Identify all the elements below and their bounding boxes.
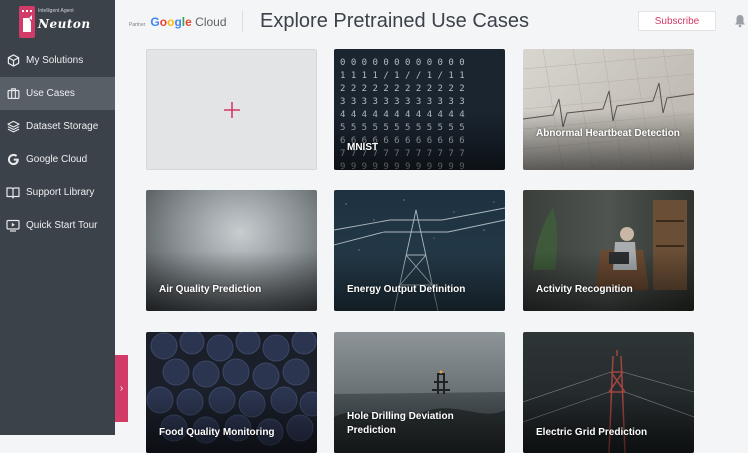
svg-text:3 3 3 3 3 3 3 3 3 3 3 3: 3 3 3 3 3 3 3 3 3 3 3 3 bbox=[340, 97, 465, 107]
card-label: Food Quality Monitoring bbox=[159, 427, 275, 438]
svg-text:0 0 0 0 0 0 0 0 0 0 0 0: 0 0 0 0 0 0 0 0 0 0 0 0 bbox=[340, 58, 465, 68]
book-icon bbox=[6, 186, 20, 200]
sidebar-item-support-library[interactable]: Support Library bbox=[0, 176, 115, 209]
layers-icon bbox=[6, 120, 20, 134]
bell-icon[interactable] bbox=[734, 14, 746, 28]
card-shade bbox=[146, 393, 317, 453]
plus-icon bbox=[223, 101, 240, 118]
google-icon bbox=[6, 153, 20, 167]
card-shade bbox=[146, 251, 317, 311]
subscribe-button[interactable]: Subscribe bbox=[638, 11, 716, 31]
sidebar-item-dataset-storage[interactable]: Dataset Storage bbox=[0, 110, 115, 143]
google-cloud-logo[interactable]: Google Cloud bbox=[150, 15, 226, 29]
card-label: Electric Grid Prediction bbox=[536, 427, 648, 438]
card-label: Activity Recognition bbox=[536, 284, 633, 295]
card-shade bbox=[334, 251, 505, 311]
card-label: Energy Output Definition bbox=[347, 284, 466, 295]
card-shade bbox=[523, 393, 694, 453]
svg-text:2 2 2 2 2 2 2 2 2 2 2 2: 2 2 2 2 2 2 2 2 2 2 2 2 bbox=[340, 84, 465, 94]
page-title: Explore Pretrained Use Cases bbox=[260, 10, 530, 32]
sidebar: Intelligent Agent Neuton My Solutions Us… bbox=[0, 0, 115, 435]
use-case-card-abnormal-heartbeat[interactable]: Abnormal Heartbeat Detection bbox=[523, 49, 694, 170]
sidebar-item-my-solutions[interactable]: My Solutions bbox=[0, 44, 115, 77]
svg-text:1 1 1 1 / 1 / / 1 / 1 1: 1 1 1 1 / 1 / / 1 / 1 1 bbox=[340, 71, 465, 81]
chevron-right-icon: › bbox=[119, 383, 124, 394]
sidebar-expand-button[interactable]: › bbox=[115, 355, 128, 422]
card-label: Air Quality Prediction bbox=[159, 284, 262, 295]
logo-mark-icon bbox=[19, 6, 35, 38]
card-shade bbox=[523, 251, 694, 311]
sidebar-item-label: My Solutions bbox=[26, 55, 84, 66]
card-shade bbox=[334, 110, 505, 170]
partner-label: Partner bbox=[129, 22, 146, 28]
use-case-card-activity-recognition[interactable]: Activity Recognition bbox=[523, 190, 694, 311]
sidebar-item-label: Google Cloud bbox=[26, 154, 88, 165]
briefcase-icon bbox=[6, 87, 20, 101]
card-label: Hole Drilling Deviation Prediction bbox=[347, 411, 454, 436]
add-use-case-card[interactable] bbox=[146, 49, 317, 170]
sidebar-item-quick-start-tour[interactable]: Quick Start Tour bbox=[0, 209, 115, 242]
sidebar-item-label: Support Library bbox=[26, 187, 95, 198]
logo-brand: Neuton bbox=[38, 17, 91, 31]
use-case-card-energy-output[interactable]: Energy Output Definition bbox=[334, 190, 505, 311]
play-screen-icon bbox=[6, 219, 20, 233]
cube-icon bbox=[6, 54, 20, 68]
use-case-card-air-quality[interactable]: Air Quality Prediction bbox=[146, 190, 317, 311]
logo-tagline: Intelligent Agent bbox=[38, 8, 74, 14]
sidebar-item-google-cloud[interactable]: Google Cloud bbox=[0, 143, 115, 176]
card-label: Abnormal Heartbeat Detection bbox=[536, 128, 680, 139]
sidebar-item-label: Dataset Storage bbox=[26, 121, 99, 132]
neuton-logo[interactable]: Intelligent Agent Neuton bbox=[19, 6, 91, 38]
header-divider bbox=[242, 11, 243, 32]
use-case-card-mnist[interactable]: 0 0 0 0 0 0 0 0 0 0 0 0 1 1 1 1 / 1 / / … bbox=[334, 49, 505, 170]
sidebar-item-label: Quick Start Tour bbox=[26, 220, 98, 231]
partner-badge: Partner Google Cloud bbox=[129, 15, 227, 29]
header: Partner Google Cloud Explore Pretrained … bbox=[115, 0, 748, 44]
sidebar-item-use-cases[interactable]: Use Cases bbox=[0, 77, 115, 110]
card-label: MNIST bbox=[347, 142, 379, 153]
sidebar-item-label: Use Cases bbox=[26, 88, 75, 99]
